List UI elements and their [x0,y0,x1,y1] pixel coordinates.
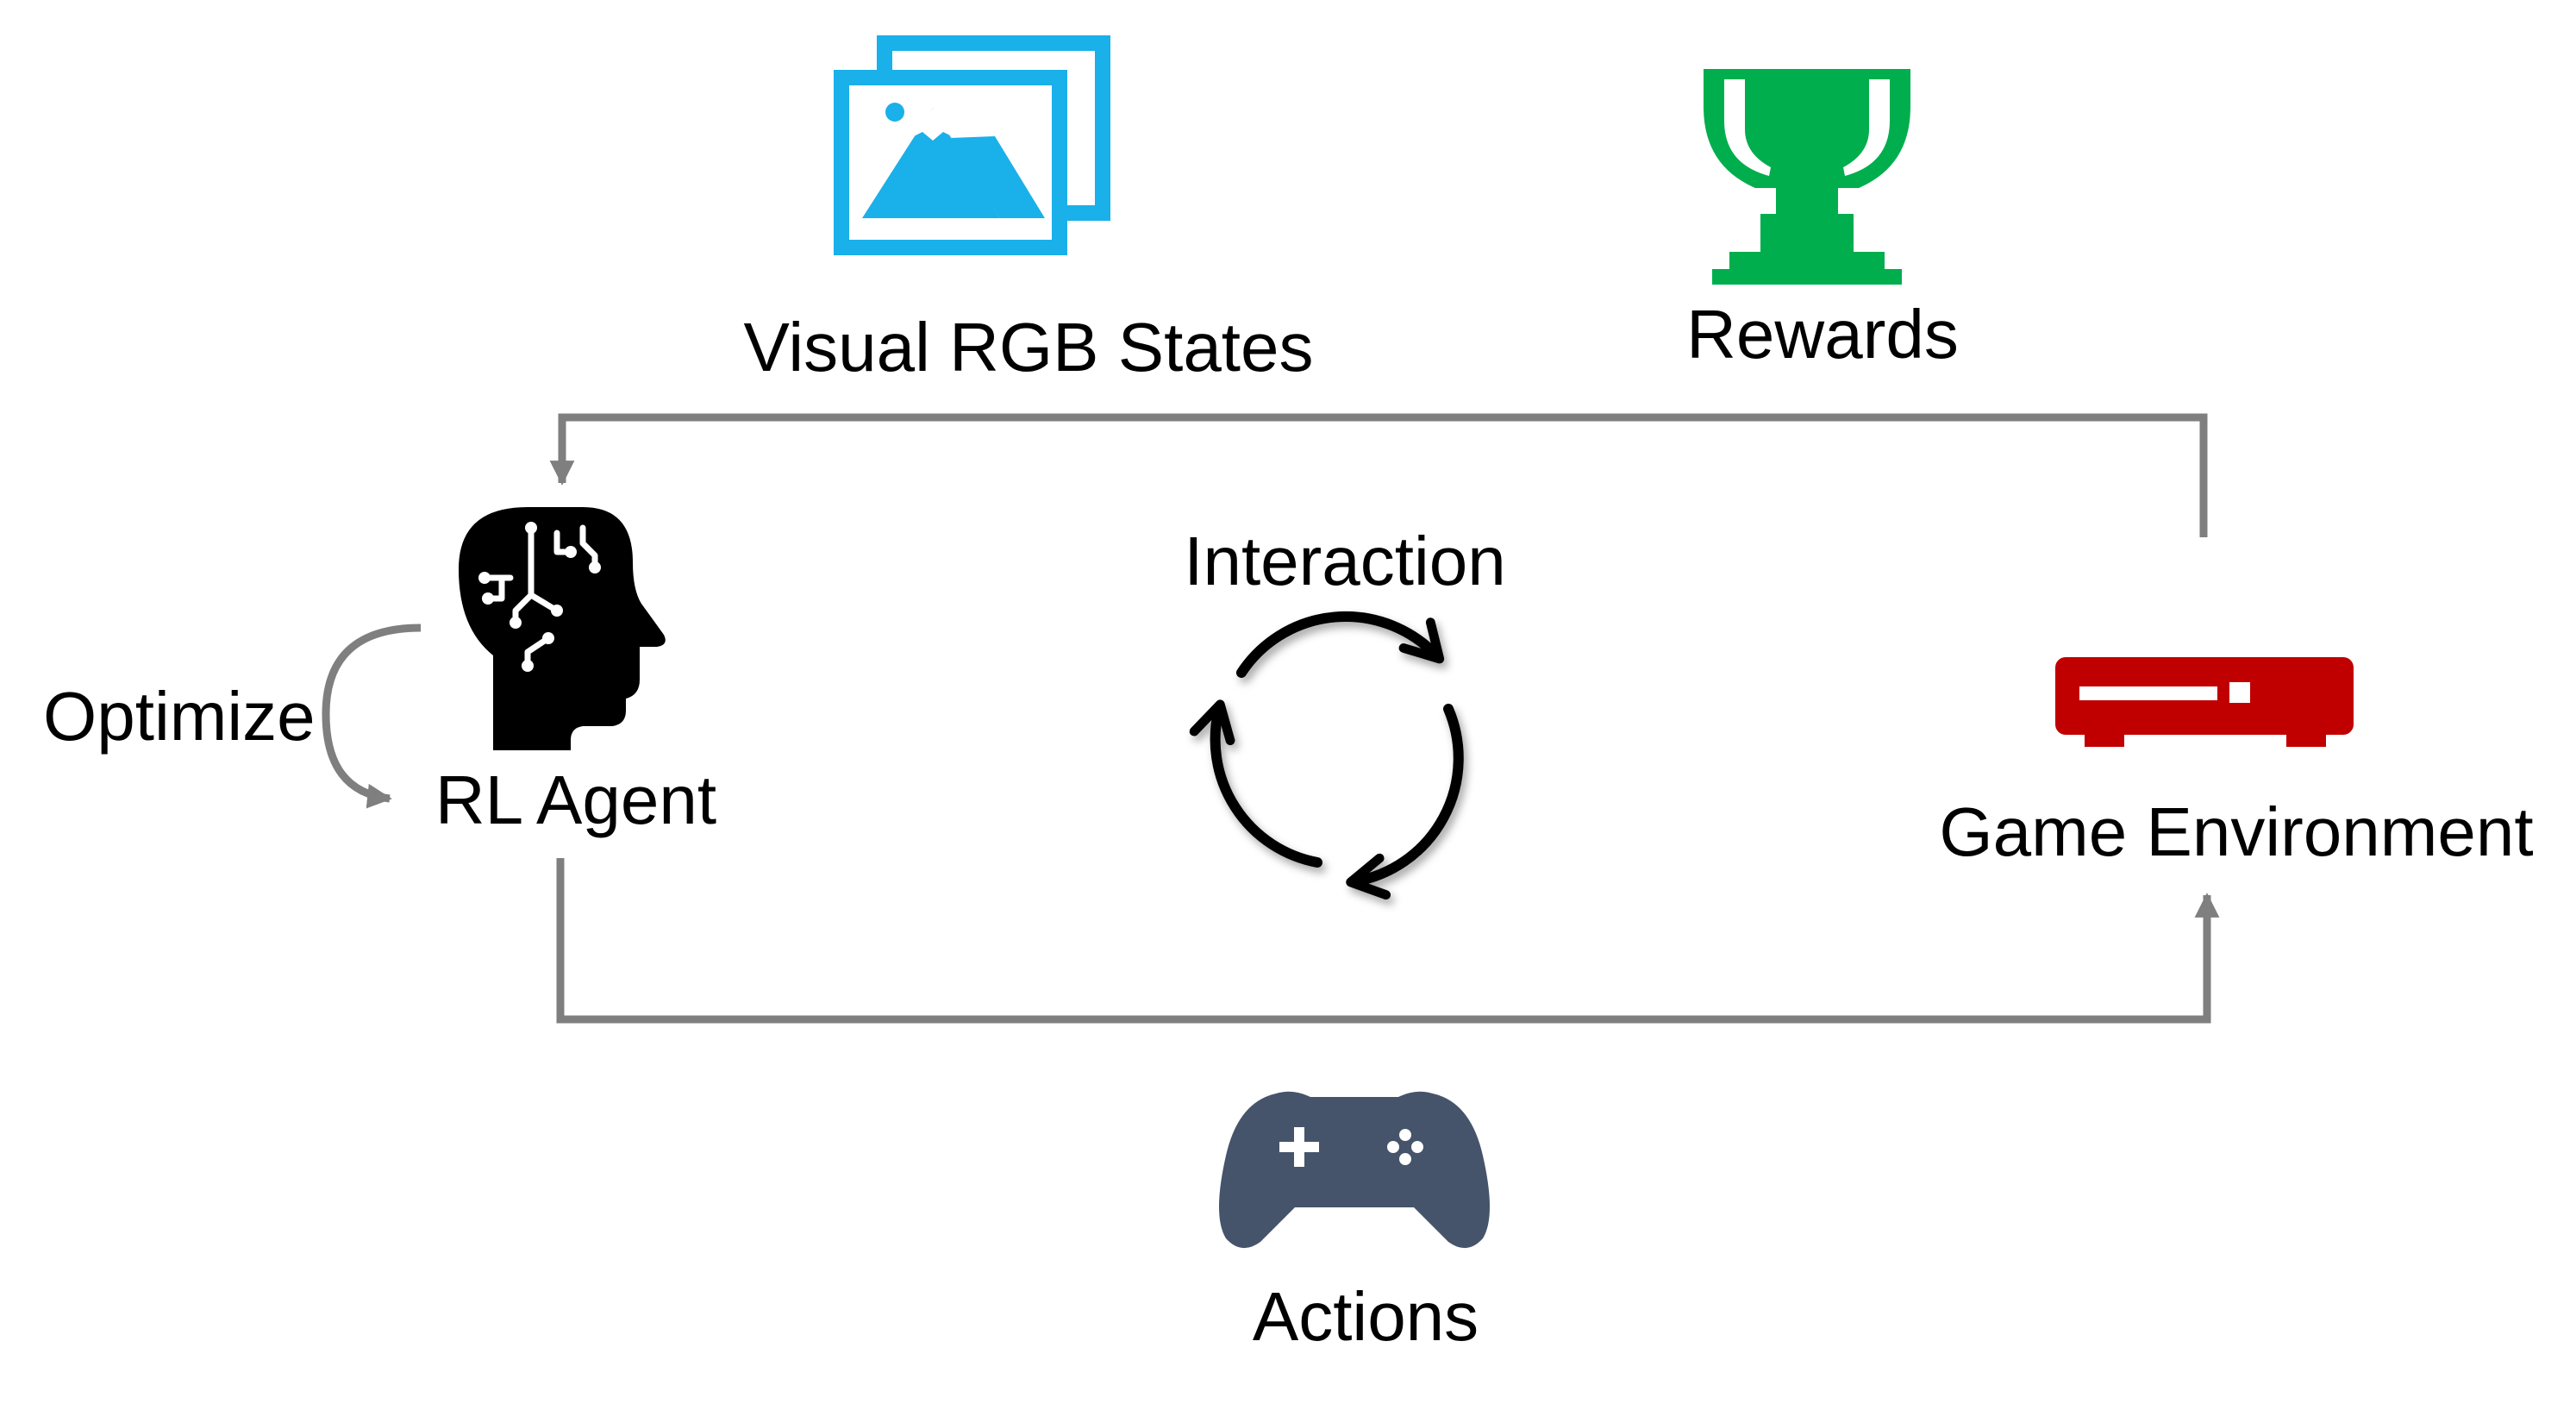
agent-label: RL Agent [435,762,716,838]
action-arrow [556,858,2220,1024]
gamepad-icon [1219,1091,1490,1249]
actions-label: Actions [1253,1278,1479,1355]
game-console-icon [2055,657,2354,747]
environment-label: Game Environment [1939,793,2533,870]
optimize-loop-arrow [322,624,422,809]
optimize-label: Optimize [43,678,316,755]
image-gallery-icon [834,35,1110,255]
cycle-arrows-icon [1189,611,1464,899]
state-reward-feedback-arrow [549,413,2208,537]
rl-interaction-diagram: Visual RGB States Rewards RL Agent Optim… [43,35,2534,1355]
ai-brain-head-icon [459,507,666,750]
visual-states-label: Visual RGB States [743,309,1313,385]
interaction-label: Interaction [1184,523,1506,599]
rewards-label: Rewards [1686,296,1959,373]
trophy-icon [1704,69,1910,285]
